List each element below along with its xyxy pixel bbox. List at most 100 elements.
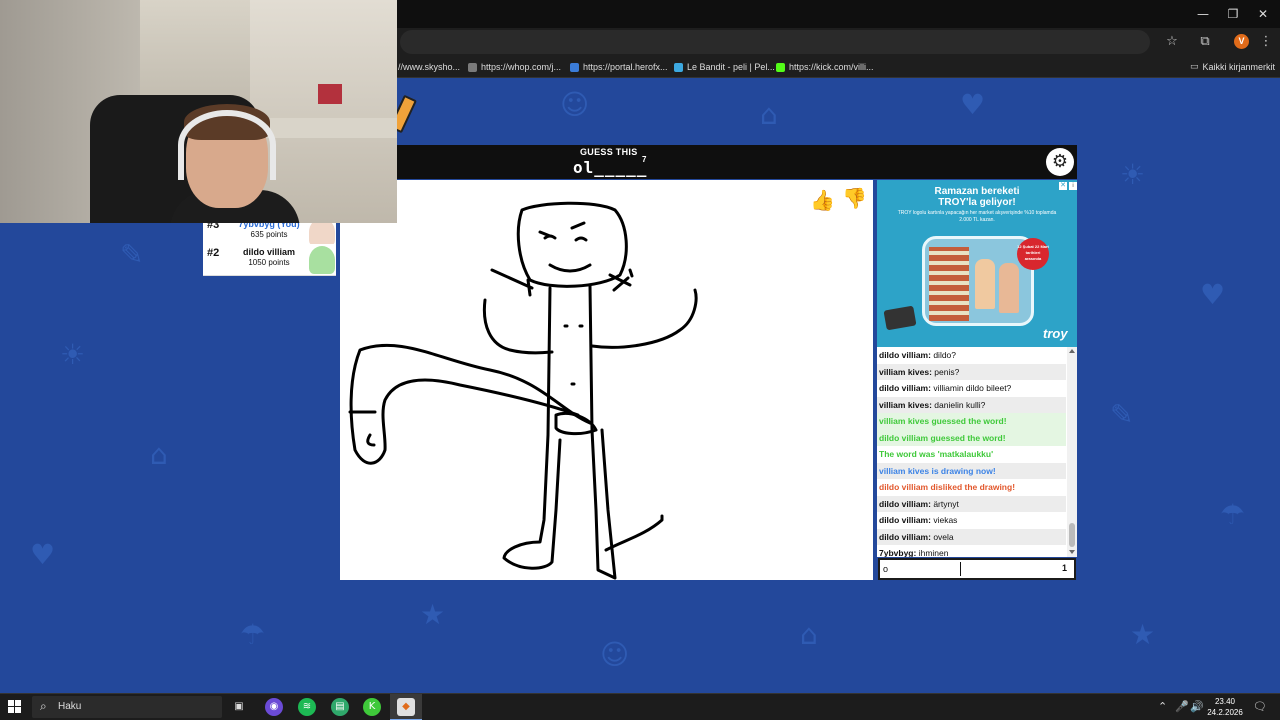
search-icon: ⌕ [40,699,47,713]
tray-chevron-icon[interactable]: ⌃ [1158,700,1167,713]
doodle-icon: ★ [1130,618,1156,651]
chat-system-text: villiam kives guessed the word! [879,416,1007,426]
taskbar-search[interactable]: Haku [32,696,222,718]
chat-text: ovela [933,531,954,542]
bookmarks-folder[interactable]: ▭ Kaikki kirjanmerkit [1190,60,1275,74]
chat-message: dildo villiam disliked the drawing! [877,479,1066,496]
player-points: 1050 points [248,258,290,267]
advertisement[interactable]: Ramazan bereketi TROY'la geliyor! TROY lo… [877,180,1077,347]
chat-text: danielin kulli? [934,399,986,410]
notifications-icon[interactable]: 🗨 [1253,700,1267,713]
microphone-icon[interactable]: 🎤 [1175,700,1189,713]
restore-icon[interactable]: ❐ [1218,4,1248,24]
player-avatar [309,246,335,274]
more-menu-icon[interactable]: ⋮ [1256,32,1276,52]
thumbs-up-icon[interactable]: 👍 [810,188,835,212]
person-image [975,259,995,309]
profile-avatar[interactable]: V [1234,34,1249,49]
ad-close-icon[interactable]: ✕ [1059,182,1067,190]
scroll-thumb[interactable] [1069,523,1075,547]
bookmark-item[interactable]: Le Bandit - peli | Pel... [674,60,775,74]
doodle-icon: ☂ [1220,498,1246,531]
webcam-kitchen [250,0,397,223]
bookmark-label: Le Bandit - peli | Pel... [687,62,775,72]
chat-author: dildo villiam: [879,515,931,525]
doodle-icon: ☺ [600,638,630,671]
word-hint: ol_____ [573,158,648,177]
chat-text: ihminen [918,548,949,557]
close-icon[interactable]: ✕ [1248,4,1278,24]
chat-message: 7ybvbyg: ihminen [877,545,1066,557]
doodle-icon: ⌂ [800,618,818,651]
chat-message: dildo villiam: ärtynyt [877,495,1066,512]
system-clock[interactable]: 23.40 24.2.2026 [1205,696,1245,718]
scroll-down-icon[interactable] [1069,550,1075,554]
extensions-icon[interactable]: ⧉ [1195,32,1215,52]
bookmark-star-icon[interactable]: ☆ [1162,32,1182,52]
player-card: #2 dildo villiam 1050 points [203,244,336,276]
player-rank: #2 [207,247,220,259]
chat-text: dildo? [933,350,957,360]
ad-body: TROY logolu kartınla yapacağın her marke… [897,210,1057,223]
app-icon[interactable]: ▤ [331,698,349,716]
chat-log: dildo villiam: dildo? villiam kives: peni… [877,347,1077,557]
game-topbar: GUESS THIS ol_____ 7 ⚙ [340,145,1077,179]
chat-scrollbar[interactable] [1067,347,1077,557]
bookmark-label: https://portal.herofx... [583,62,668,72]
chat-author: dildo villiam: [879,350,931,360]
chat-author: dildo villiam: [879,383,931,393]
chat-message: dildo villiam: dildo? [877,347,1066,364]
chat-message: villiam kives is drawing now! [877,462,1066,479]
doodle-icon: ⌂ [760,98,778,131]
guess-label: GUESS THIS [580,147,638,157]
drawing-canvas[interactable] [340,180,873,580]
chat-message: The word was 'matkalaukku' [877,446,1066,463]
ad-brand: troy [1043,326,1068,341]
chat-system-text: dildo villiam guessed the word! [879,432,1006,443]
bookmark-label: https://kick.com/villi... [789,62,874,72]
spotify-icon[interactable]: ≋ [298,698,316,716]
bookmarks-folder-label: Kaikki kirjanmerkit [1202,62,1276,72]
person-image [999,263,1019,313]
doodle-icon: ♥ [1200,278,1226,311]
bookmark-item[interactable]: https://whop.com/j... [468,60,561,74]
discord-icon[interactable]: ◉ [265,698,283,716]
ad-info-icon[interactable]: i [1069,182,1077,190]
minimize-icon[interactable]: — [1188,4,1218,24]
doodle-icon: ✎ [120,238,144,271]
webcam-object [318,84,342,104]
settings-gear-icon[interactable]: ⚙ [1046,148,1074,176]
windows-start-icon[interactable] [8,700,22,714]
chat-message: villiam kives: danielin kulli? [877,396,1066,413]
chat-message: dildo villiam guessed the word! [877,429,1066,446]
task-view-icon[interactable]: ▣ [230,698,248,716]
doodle-icon: ☀ [1120,158,1146,191]
kick-icon[interactable]: K [363,698,381,716]
clock-date: 24.2.2026 [1207,708,1243,717]
doodle-icon: ♥ [960,88,986,121]
chat-author: dildo villiam: [879,498,931,509]
bookmark-favicon [570,62,579,72]
doodle-icon: ♥ [30,538,56,571]
bookmark-item[interactable]: https://kick.com/villi... [776,60,874,74]
thumbs-down-icon[interactable]: 👎 [842,186,867,210]
card-image [883,305,917,331]
taskbar: Haku ⌕ ▣ ◉ ≋ ▤ K ◆ ⌃ 🎤 🔊 23.40 24.2.2026 … [0,693,1280,720]
browser-icon[interactable]: ◆ [397,698,415,716]
chat-message: dildo villiam: ovela [877,528,1066,545]
scroll-up-icon[interactable] [1069,349,1075,353]
bookmark-favicon [674,62,683,72]
bookmark-item[interactable]: //www.skysho... [398,60,460,74]
chat-author: villiam kives: [879,399,932,410]
ad-title: Ramazan bereketi TROY'la geliyor! [877,186,1077,208]
bookmark-item[interactable]: https://portal.herofx... [570,60,668,74]
chat-author: dildo villiam: [879,531,931,542]
chat-text: villiamin dildo bileet? [933,383,1012,393]
address-bar[interactable] [400,30,1150,54]
doodle-icon: ☂ [240,618,266,651]
chat-message: dildo villiam: viekas [877,512,1066,529]
bookmark-label: https://whop.com/j... [481,62,562,72]
chat-input[interactable] [878,558,1076,580]
chat-system-text: villiam kives is drawing now! [879,465,996,476]
volume-icon[interactable]: 🔊 [1190,700,1204,713]
